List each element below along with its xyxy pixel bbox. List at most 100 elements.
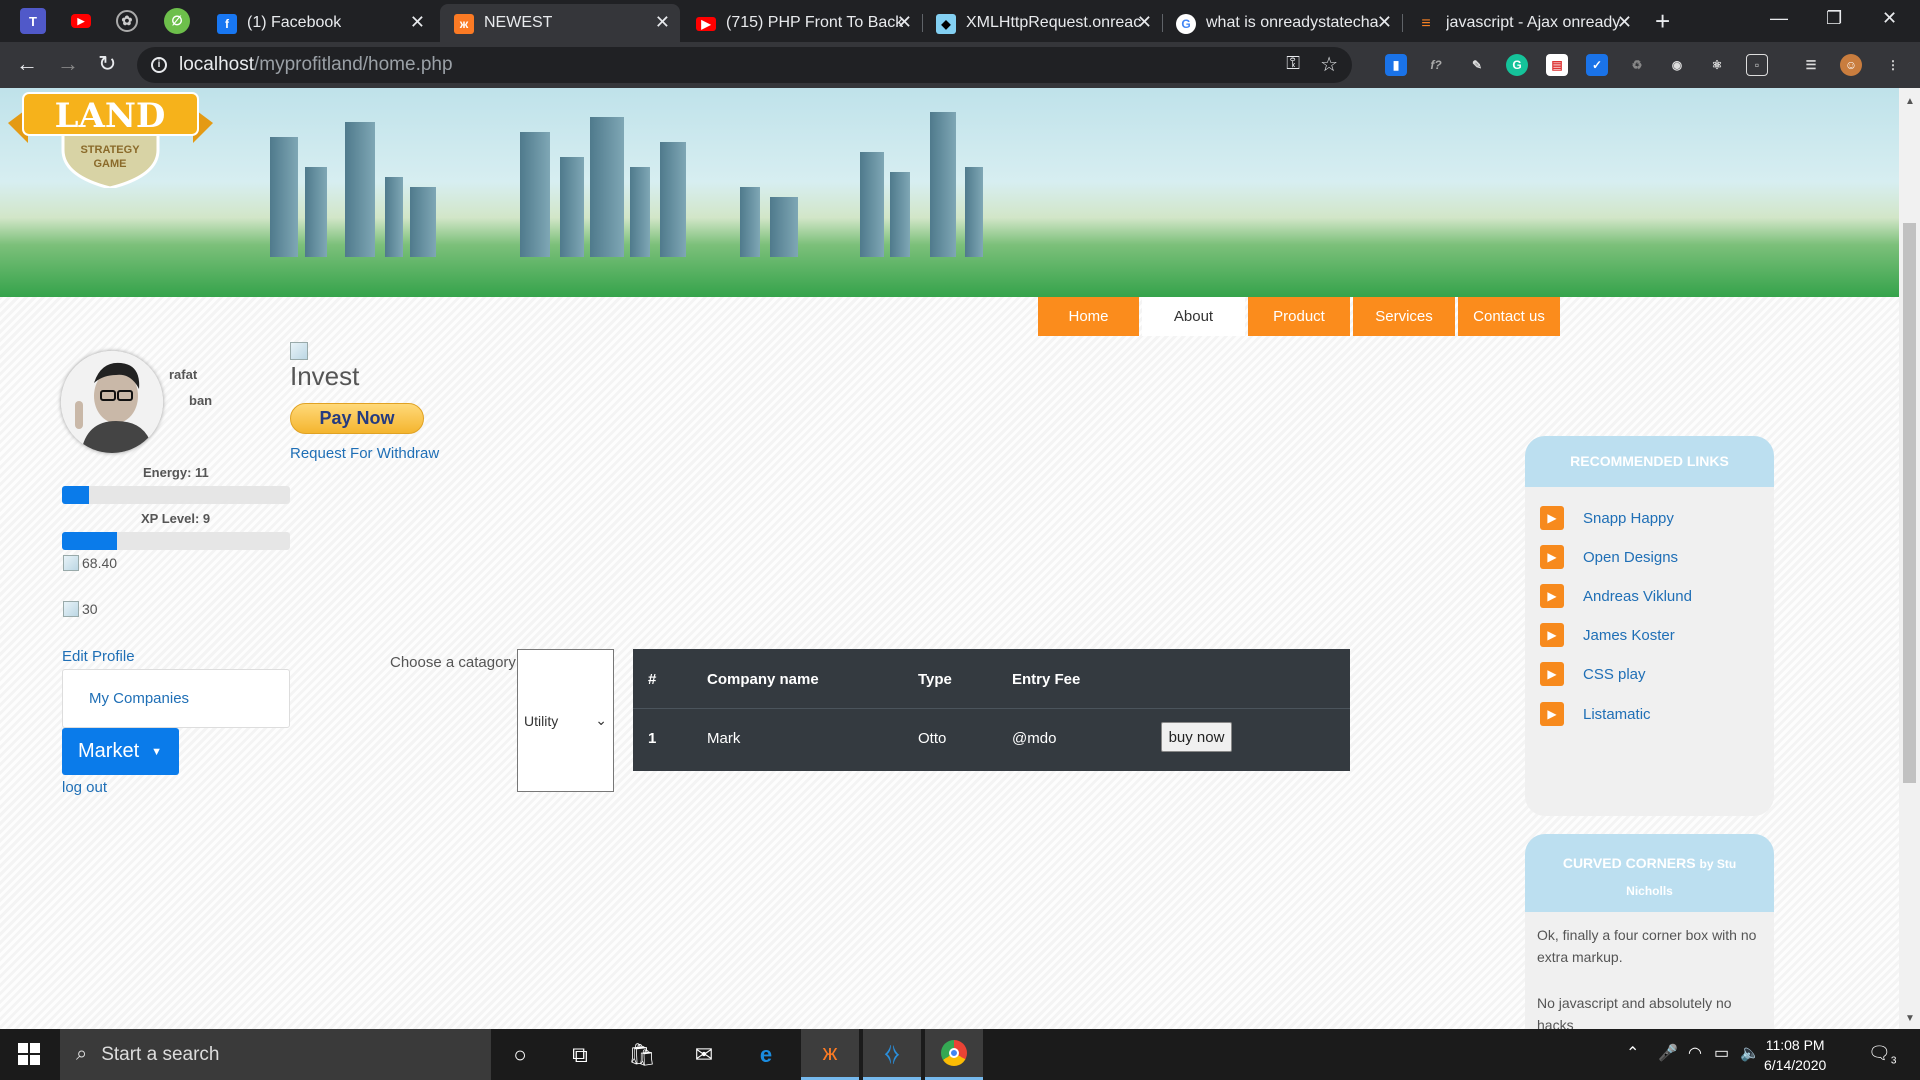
land-logo[interactable]: LAND STRATEGY GAME	[8, 88, 213, 188]
energy-label: Energy: 11	[143, 465, 209, 480]
sidebar-link-james-koster[interactable]: ▶ James Koster	[1540, 623, 1675, 647]
cortana-icon[interactable]: ○	[491, 1029, 549, 1080]
category-select[interactable]: Utility ⌄	[517, 649, 614, 792]
category-label: Choose a catagory:	[390, 654, 521, 671]
store-icon[interactable]: 🛍	[613, 1029, 671, 1080]
xampp-taskbar-icon[interactable]: ж	[801, 1029, 859, 1080]
new-tab-button[interactable]: +	[1655, 6, 1670, 37]
extension-check-icon[interactable]: ✓	[1586, 54, 1608, 76]
browser-toolbar: ← → ↻ i localhost/myprofitland/home.php …	[0, 42, 1920, 88]
tab-newest[interactable]: ж NEWEST ✕	[440, 4, 680, 42]
tab-xmlhttprequest[interactable]: ◆ XMLHttpRequest.onreac ✕	[922, 4, 1162, 42]
openai-icon[interactable]: ✿	[116, 10, 138, 32]
system-clock[interactable]: 11:08 PM 6/14/2020	[1764, 1035, 1826, 1075]
request-withdraw-link[interactable]: Request For Withdraw	[290, 445, 439, 462]
scroll-up-icon[interactable]: ▲	[1905, 96, 1915, 107]
row-company-name: Mark	[707, 729, 741, 747]
close-tab-icon[interactable]: ✕	[655, 12, 670, 33]
windows-start-icon[interactable]	[18, 1043, 40, 1065]
nav-services[interactable]: Services	[1353, 297, 1455, 336]
nav-contact-us[interactable]: Contact us	[1458, 297, 1560, 336]
media-queue-icon[interactable]: ☰	[1800, 54, 1822, 76]
close-tab-icon[interactable]: ✕	[1617, 12, 1632, 33]
edit-profile-link[interactable]: Edit Profile	[62, 648, 135, 665]
scroll-down-icon[interactable]: ▼	[1905, 1013, 1915, 1024]
youtube-icon[interactable]: ▶	[68, 8, 94, 34]
grammarly-icon[interactable]: G	[1506, 54, 1528, 76]
minimize-icon[interactable]: —	[1770, 8, 1788, 29]
logout-link[interactable]: log out	[62, 779, 107, 796]
teams-icon[interactable]: T	[20, 8, 46, 34]
extension-pen-icon[interactable]: ✎	[1466, 54, 1488, 76]
microphone-icon[interactable]: 🎤	[1658, 1043, 1678, 1063]
extension-recycle-icon[interactable]: ♻	[1626, 54, 1648, 76]
nav-about[interactable]: About	[1142, 297, 1245, 336]
edge-icon[interactable]: e	[737, 1029, 795, 1080]
wifi-icon[interactable]: ◠	[1688, 1043, 1702, 1063]
sidebar-link-css-play[interactable]: ▶ CSS play	[1540, 662, 1646, 686]
page-scrollbar[interactable]: ▲ ▼	[1899, 88, 1920, 1029]
tab-facebook[interactable]: f (1) Facebook ✕	[203, 4, 435, 42]
market-dropdown-button[interactable]: Market ▼	[62, 728, 179, 775]
money-stat: 68.40	[63, 555, 117, 571]
close-window-icon[interactable]: ✕	[1882, 8, 1897, 29]
sidebar-link-andreas-viklund[interactable]: ▶ Andreas Viklund	[1540, 584, 1692, 608]
task-view-icon[interactable]: ⧉	[551, 1029, 609, 1080]
nav-product[interactable]: Product	[1248, 297, 1350, 336]
chrome-icon[interactable]	[925, 1029, 983, 1080]
close-tab-icon[interactable]: ✕	[1137, 12, 1152, 33]
reload-button[interactable]: ↻	[98, 51, 116, 77]
close-tab-icon[interactable]: ✕	[897, 12, 912, 33]
extension-formula-icon[interactable]: f?	[1425, 54, 1447, 76]
link-label: Listamatic	[1583, 705, 1651, 723]
sidebar-link-snapp-happy[interactable]: ▶ Snapp Happy	[1540, 506, 1674, 530]
avatar	[61, 351, 163, 453]
header-entry-fee: Entry Fee	[1012, 670, 1081, 688]
notification-count: 3	[1890, 1055, 1897, 1067]
buy-now-button[interactable]: buy now	[1161, 722, 1232, 752]
extension-calendar-icon[interactable]: ▤	[1546, 54, 1568, 76]
category-selected-value: Utility	[524, 712, 559, 729]
menu-icon[interactable]: ⋮	[1882, 54, 1904, 76]
volume-icon[interactable]: 🔈	[1740, 1043, 1760, 1063]
back-button[interactable]: ←	[16, 51, 38, 77]
extension-bookmark-icon[interactable]: ▮	[1385, 54, 1407, 76]
arrow-right-icon: ▶	[1540, 623, 1564, 647]
address-bar[interactable]: i localhost/myprofitland/home.php ⚿ ☆	[137, 47, 1352, 83]
tab-google-search[interactable]: G what is onreadystatecha ✕	[1162, 4, 1402, 42]
camera-icon[interactable]: ◉	[1666, 54, 1688, 76]
xp-label: XP Level: 9	[141, 511, 211, 526]
react-icon[interactable]: ⚛	[1706, 54, 1728, 76]
tool-icon[interactable]: ∅	[164, 8, 190, 34]
mail-icon[interactable]: ✉	[675, 1029, 733, 1080]
scrollbar-thumb[interactable]	[1903, 223, 1916, 783]
battery-icon[interactable]: ▭	[1714, 1043, 1729, 1063]
mdn-icon: ◆	[936, 14, 956, 34]
restore-icon[interactable]: ❐	[1826, 8, 1842, 29]
taskbar-search-box[interactable]: ⌕ Start a search	[60, 1029, 491, 1080]
notifications-icon[interactable]: 🗨3	[1868, 1043, 1896, 1067]
tab-stackoverflow[interactable]: ≡ javascript - Ajax onready ✕	[1402, 4, 1642, 42]
my-companies-link[interactable]: My Companies	[62, 669, 290, 728]
tab-php-front-to-back[interactable]: ▶ (715) PHP Front To Back ✕	[682, 4, 922, 42]
tab-title: NEWEST	[484, 14, 553, 31]
key-icon[interactable]: ⚿	[1286, 53, 1300, 74]
info-icon[interactable]: i	[151, 57, 167, 73]
link-label: Andreas Viklund	[1583, 587, 1692, 605]
extension-window-icon[interactable]: ▫	[1746, 54, 1768, 76]
pay-now-button[interactable]: Pay Now	[290, 403, 424, 434]
curved-corners-title: CURVED CORNERS by Stu Nicholls	[1525, 834, 1774, 912]
main-nav: Home About Product Services Contact us	[1038, 297, 1560, 336]
profile-avatar-icon[interactable]: ☺	[1840, 54, 1862, 76]
nav-home[interactable]: Home	[1038, 297, 1139, 336]
logo-sub2: GAME	[94, 158, 127, 170]
first-name: rafat	[169, 367, 198, 382]
star-icon[interactable]: ☆	[1320, 52, 1338, 77]
close-tab-icon[interactable]: ✕	[410, 12, 425, 33]
vscode-icon[interactable]: ⧼⧽	[863, 1029, 921, 1080]
forward-button[interactable]: →	[57, 51, 79, 77]
sidebar-link-open-designs[interactable]: ▶ Open Designs	[1540, 545, 1678, 569]
sidebar-link-listamatic[interactable]: ▶ Listamatic	[1540, 702, 1651, 726]
tray-expand-icon[interactable]: ⌃	[1626, 1043, 1639, 1063]
close-tab-icon[interactable]: ✕	[1377, 12, 1392, 33]
